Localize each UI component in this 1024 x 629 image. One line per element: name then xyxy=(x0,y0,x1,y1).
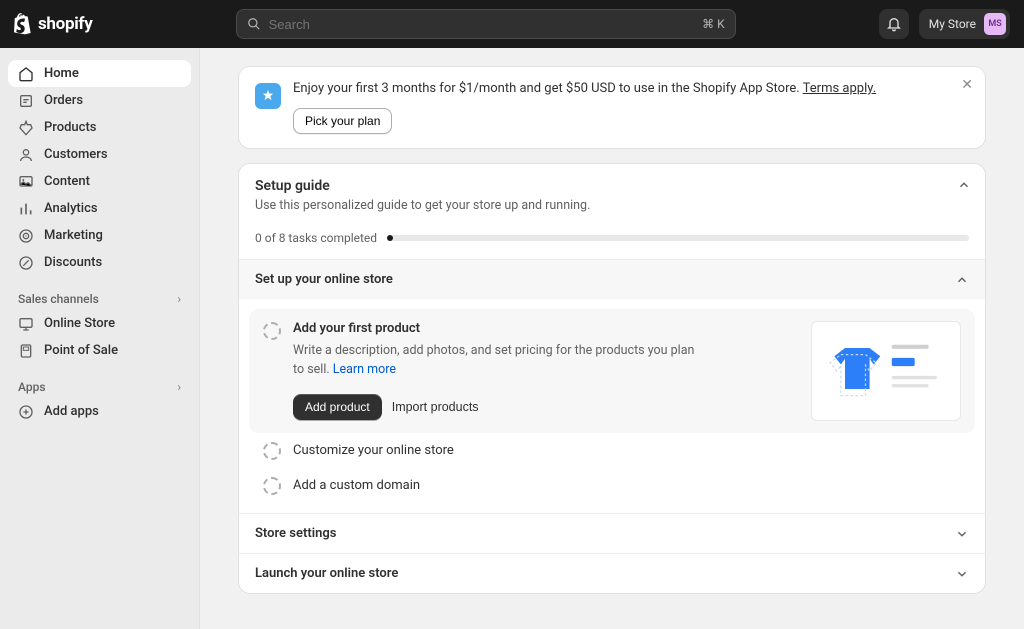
task-checkbox[interactable] xyxy=(263,322,281,340)
shopify-bag-icon xyxy=(14,13,34,35)
chevron-down-icon xyxy=(955,527,969,541)
task-checkbox[interactable] xyxy=(263,477,281,495)
nav-analytics[interactable]: Analytics xyxy=(8,195,191,222)
task-customize-store[interactable]: Customize your online store xyxy=(249,433,975,468)
add-product-button[interactable]: Add product xyxy=(293,394,382,420)
search-input-wrapper[interactable]: ⌘ K xyxy=(236,9,736,39)
learn-more-link[interactable]: Learn more xyxy=(333,362,396,377)
chevron-up-icon xyxy=(955,273,969,287)
search-input[interactable] xyxy=(269,17,694,32)
pos-icon xyxy=(18,343,34,359)
marketing-icon xyxy=(18,228,34,244)
discounts-icon xyxy=(18,255,34,271)
sidebar: Home Orders Products Customers Content A… xyxy=(0,48,200,629)
nav-customers[interactable]: Customers xyxy=(8,141,191,168)
notifications-button[interactable] xyxy=(879,9,909,39)
nav-home[interactable]: Home xyxy=(8,60,191,87)
terms-link[interactable]: Terms apply. xyxy=(803,81,877,96)
pick-plan-button[interactable]: Pick your plan xyxy=(293,108,392,134)
task-checkbox[interactable] xyxy=(263,442,281,460)
guide-title: Setup guide xyxy=(255,178,969,194)
store-switcher[interactable]: My Store MS xyxy=(919,9,1010,39)
store-name: My Store xyxy=(929,17,976,31)
star-badge-icon xyxy=(255,83,281,109)
task-description: Write a description, add photos, and set… xyxy=(293,342,703,380)
section-launch-store[interactable]: Launch your online store xyxy=(239,553,985,593)
chevron-down-icon xyxy=(955,567,969,581)
top-bar: shopify ⌘ K My Store MS xyxy=(0,0,1024,48)
trial-banner: Enjoy your first 3 months for $1/month a… xyxy=(238,66,986,149)
section-store-settings[interactable]: Store settings xyxy=(239,513,985,553)
customers-icon xyxy=(18,147,34,163)
nav-content[interactable]: Content xyxy=(8,168,191,195)
online-store-icon xyxy=(18,316,34,332)
nav-online-store[interactable]: Online Store xyxy=(8,310,191,337)
plus-circle-icon xyxy=(18,404,34,420)
products-icon xyxy=(18,120,34,136)
product-illustration xyxy=(811,321,961,421)
nav-orders[interactable]: Orders xyxy=(8,87,191,114)
progress-bar xyxy=(387,235,969,241)
task-title: Add your first product xyxy=(293,321,799,336)
banner-text: Enjoy your first 3 months for $1/month a… xyxy=(293,81,969,96)
collapse-guide-button[interactable] xyxy=(957,178,971,192)
avatar: MS xyxy=(984,13,1006,35)
nav-products[interactable]: Products xyxy=(8,114,191,141)
chevron-right-icon: › xyxy=(177,380,181,394)
content-area: Enjoy your first 3 months for $1/month a… xyxy=(200,48,1024,629)
search-container: ⌘ K xyxy=(106,9,864,39)
search-icon xyxy=(247,17,261,31)
nav-add-apps[interactable]: Add apps xyxy=(8,398,191,425)
nav-point-of-sale[interactable]: Point of Sale xyxy=(8,337,191,364)
progress-text: 0 of 8 tasks completed xyxy=(255,231,377,245)
top-actions: My Store MS xyxy=(879,9,1010,39)
search-shortcut: ⌘ K xyxy=(702,17,725,31)
guide-subtitle: Use this personalized guide to get your … xyxy=(255,198,969,213)
import-products-button[interactable]: Import products xyxy=(392,400,479,414)
setup-guide-card: Setup guide Use this personalized guide … xyxy=(238,163,986,594)
nav-marketing[interactable]: Marketing xyxy=(8,222,191,249)
shopify-logo[interactable]: shopify xyxy=(14,13,92,35)
nav-discounts[interactable]: Discounts xyxy=(8,249,191,276)
apps-header[interactable]: Apps › xyxy=(8,374,191,398)
home-icon xyxy=(18,66,34,82)
chevron-right-icon: › xyxy=(177,292,181,306)
sales-channels-header[interactable]: Sales channels › xyxy=(8,286,191,310)
close-icon[interactable]: ✕ xyxy=(961,77,973,93)
task-add-product: Add your first product Write a descripti… xyxy=(249,309,975,433)
task-custom-domain[interactable]: Add a custom domain xyxy=(249,468,975,503)
content-icon xyxy=(18,174,34,190)
orders-icon xyxy=(18,93,34,109)
section-setup-store[interactable]: Set up your online store xyxy=(239,259,985,299)
bell-icon xyxy=(886,16,902,32)
analytics-icon xyxy=(18,201,34,217)
brand-label: shopify xyxy=(38,14,92,34)
